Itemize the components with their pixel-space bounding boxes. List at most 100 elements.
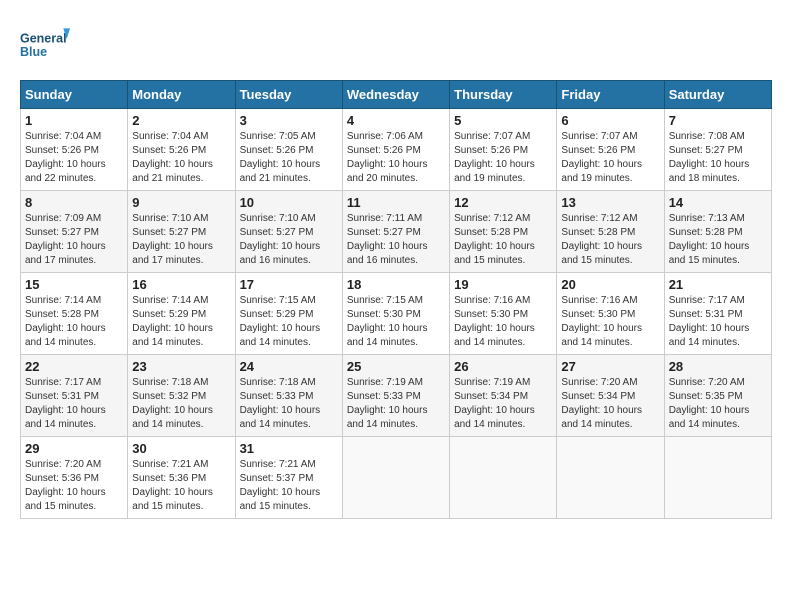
logo-svg: General Blue xyxy=(20,20,70,70)
calendar-cell: 24 Sunrise: 7:18 AM Sunset: 5:33 PM Dayli… xyxy=(235,355,342,437)
day-info: Sunrise: 7:20 AM Sunset: 5:36 PM Dayligh… xyxy=(25,458,123,514)
day-info: Sunrise: 7:18 AM Sunset: 5:32 PM Dayligh… xyxy=(132,376,230,432)
day-number: 13 xyxy=(561,195,659,210)
day-number: 29 xyxy=(25,441,123,456)
weekday-header: Wednesday xyxy=(342,81,449,109)
calendar-cell: 17 Sunrise: 7:15 AM Sunset: 5:29 PM Dayli… xyxy=(235,273,342,355)
day-number: 7 xyxy=(669,113,767,128)
day-number: 12 xyxy=(454,195,552,210)
svg-text:Blue: Blue xyxy=(20,45,47,59)
calendar-cell: 27Sunrise: 7:20 AM Sunset: 5:34 PM Dayli… xyxy=(557,355,664,437)
calendar-table: SundayMondayTuesdayWednesdayThursdayFrid… xyxy=(20,80,772,519)
calendar-cell: 30 Sunrise: 7:21 AM Sunset: 5:36 PM Dayli… xyxy=(128,437,235,519)
calendar-cell: 5 Sunrise: 7:07 AM Sunset: 5:26 PM Daylig… xyxy=(450,109,557,191)
day-number: 6 xyxy=(561,113,659,128)
calendar-cell: 16Sunrise: 7:14 AM Sunset: 5:29 PM Dayli… xyxy=(128,273,235,355)
calendar-cell: 10 Sunrise: 7:10 AM Sunset: 5:27 PM Dayli… xyxy=(235,191,342,273)
day-info: Sunrise: 7:17 AM Sunset: 5:31 PM Dayligh… xyxy=(669,294,767,350)
day-number: 20 xyxy=(561,277,659,292)
calendar-cell xyxy=(557,437,664,519)
day-number: 22 xyxy=(25,359,123,374)
day-number: 2 xyxy=(132,113,230,128)
day-number: 27 xyxy=(561,359,659,374)
day-number: 21 xyxy=(669,277,767,292)
day-number: 5 xyxy=(454,113,552,128)
calendar-week-row: 22 Sunrise: 7:17 AM Sunset: 5:31 PM Dayli… xyxy=(21,355,772,437)
calendar-cell: 11 Sunrise: 7:11 AM Sunset: 5:27 PM Dayli… xyxy=(342,191,449,273)
day-info: Sunrise: 7:11 AM Sunset: 5:27 PM Dayligh… xyxy=(347,212,445,268)
calendar-cell: 1Sunrise: 7:04 AM Sunset: 5:26 PM Daylig… xyxy=(21,109,128,191)
day-info: Sunrise: 7:20 AM Sunset: 5:35 PM Dayligh… xyxy=(669,376,767,432)
day-info: Sunrise: 7:12 AM Sunset: 5:28 PM Dayligh… xyxy=(454,212,552,268)
day-info: Sunrise: 7:19 AM Sunset: 5:33 PM Dayligh… xyxy=(347,376,445,432)
calendar-cell: 19 Sunrise: 7:16 AM Sunset: 5:30 PM Dayli… xyxy=(450,273,557,355)
calendar-cell: 29 Sunrise: 7:20 AM Sunset: 5:36 PM Dayli… xyxy=(21,437,128,519)
day-info: Sunrise: 7:10 AM Sunset: 5:27 PM Dayligh… xyxy=(240,212,338,268)
day-number: 17 xyxy=(240,277,338,292)
day-number: 9 xyxy=(132,195,230,210)
day-info: Sunrise: 7:09 AM Sunset: 5:27 PM Dayligh… xyxy=(25,212,123,268)
weekday-header: Tuesday xyxy=(235,81,342,109)
calendar-cell: 6 Sunrise: 7:07 AM Sunset: 5:26 PM Daylig… xyxy=(557,109,664,191)
day-info: Sunrise: 7:14 AM Sunset: 5:29 PM Dayligh… xyxy=(132,294,230,350)
weekday-header: Friday xyxy=(557,81,664,109)
day-number: 4 xyxy=(347,113,445,128)
calendar-cell xyxy=(664,437,771,519)
page-header: General Blue xyxy=(20,20,772,70)
calendar-cell: 7 Sunrise: 7:08 AM Sunset: 5:27 PM Daylig… xyxy=(664,109,771,191)
calendar-cell xyxy=(342,437,449,519)
weekday-header: Thursday xyxy=(450,81,557,109)
day-number: 11 xyxy=(347,195,445,210)
day-number: 10 xyxy=(240,195,338,210)
day-number: 28 xyxy=(669,359,767,374)
day-info: Sunrise: 7:16 AM Sunset: 5:30 PM Dayligh… xyxy=(454,294,552,350)
day-number: 15 xyxy=(25,277,123,292)
calendar-cell xyxy=(450,437,557,519)
calendar-cell: 4 Sunrise: 7:06 AM Sunset: 5:26 PM Daylig… xyxy=(342,109,449,191)
day-info: Sunrise: 7:21 AM Sunset: 5:36 PM Dayligh… xyxy=(132,458,230,514)
day-number: 18 xyxy=(347,277,445,292)
calendar-week-row: 15 Sunrise: 7:14 AM Sunset: 5:28 PM Dayli… xyxy=(21,273,772,355)
svg-text:General: General xyxy=(20,32,67,46)
calendar-cell: 3 Sunrise: 7:05 AM Sunset: 5:26 PM Daylig… xyxy=(235,109,342,191)
calendar-cell: 9Sunrise: 7:10 AM Sunset: 5:27 PM Daylig… xyxy=(128,191,235,273)
calendar-header-row: SundayMondayTuesdayWednesdayThursdayFrid… xyxy=(21,81,772,109)
calendar-cell: 26Sunrise: 7:19 AM Sunset: 5:34 PM Dayli… xyxy=(450,355,557,437)
calendar-body: 1Sunrise: 7:04 AM Sunset: 5:26 PM Daylig… xyxy=(21,109,772,519)
day-info: Sunrise: 7:17 AM Sunset: 5:31 PM Dayligh… xyxy=(25,376,123,432)
calendar-cell: 20 Sunrise: 7:16 AM Sunset: 5:30 PM Dayli… xyxy=(557,273,664,355)
weekday-header: Sunday xyxy=(21,81,128,109)
day-number: 30 xyxy=(132,441,230,456)
day-info: Sunrise: 7:07 AM Sunset: 5:26 PM Dayligh… xyxy=(454,130,552,186)
calendar-cell: 21 Sunrise: 7:17 AM Sunset: 5:31 PM Dayli… xyxy=(664,273,771,355)
calendar-cell: 18 Sunrise: 7:15 AM Sunset: 5:30 PM Dayli… xyxy=(342,273,449,355)
day-number: 14 xyxy=(669,195,767,210)
day-info: Sunrise: 7:16 AM Sunset: 5:30 PM Dayligh… xyxy=(561,294,659,350)
day-number: 8 xyxy=(25,195,123,210)
day-number: 23 xyxy=(132,359,230,374)
day-number: 19 xyxy=(454,277,552,292)
logo: General Blue xyxy=(20,20,70,70)
day-info: Sunrise: 7:15 AM Sunset: 5:29 PM Dayligh… xyxy=(240,294,338,350)
day-info: Sunrise: 7:14 AM Sunset: 5:28 PM Dayligh… xyxy=(25,294,123,350)
day-info: Sunrise: 7:05 AM Sunset: 5:26 PM Dayligh… xyxy=(240,130,338,186)
day-info: Sunrise: 7:12 AM Sunset: 5:28 PM Dayligh… xyxy=(561,212,659,268)
day-info: Sunrise: 7:18 AM Sunset: 5:33 PM Dayligh… xyxy=(240,376,338,432)
calendar-cell: 25Sunrise: 7:19 AM Sunset: 5:33 PM Dayli… xyxy=(342,355,449,437)
day-info: Sunrise: 7:19 AM Sunset: 5:34 PM Dayligh… xyxy=(454,376,552,432)
calendar-cell: 28 Sunrise: 7:20 AM Sunset: 5:35 PM Dayli… xyxy=(664,355,771,437)
calendar-cell: 13 Sunrise: 7:12 AM Sunset: 5:28 PM Dayli… xyxy=(557,191,664,273)
calendar-cell: 8 Sunrise: 7:09 AM Sunset: 5:27 PM Daylig… xyxy=(21,191,128,273)
day-info: Sunrise: 7:15 AM Sunset: 5:30 PM Dayligh… xyxy=(347,294,445,350)
day-info: Sunrise: 7:07 AM Sunset: 5:26 PM Dayligh… xyxy=(561,130,659,186)
day-number: 3 xyxy=(240,113,338,128)
day-number: 1 xyxy=(25,113,123,128)
calendar-week-row: 1Sunrise: 7:04 AM Sunset: 5:26 PM Daylig… xyxy=(21,109,772,191)
day-number: 24 xyxy=(240,359,338,374)
calendar-week-row: 8 Sunrise: 7:09 AM Sunset: 5:27 PM Daylig… xyxy=(21,191,772,273)
calendar-cell: 22 Sunrise: 7:17 AM Sunset: 5:31 PM Dayli… xyxy=(21,355,128,437)
calendar-cell: 12 Sunrise: 7:12 AM Sunset: 5:28 PM Dayli… xyxy=(450,191,557,273)
day-info: Sunrise: 7:08 AM Sunset: 5:27 PM Dayligh… xyxy=(669,130,767,186)
calendar-week-row: 29 Sunrise: 7:20 AM Sunset: 5:36 PM Dayli… xyxy=(21,437,772,519)
day-info: Sunrise: 7:06 AM Sunset: 5:26 PM Dayligh… xyxy=(347,130,445,186)
